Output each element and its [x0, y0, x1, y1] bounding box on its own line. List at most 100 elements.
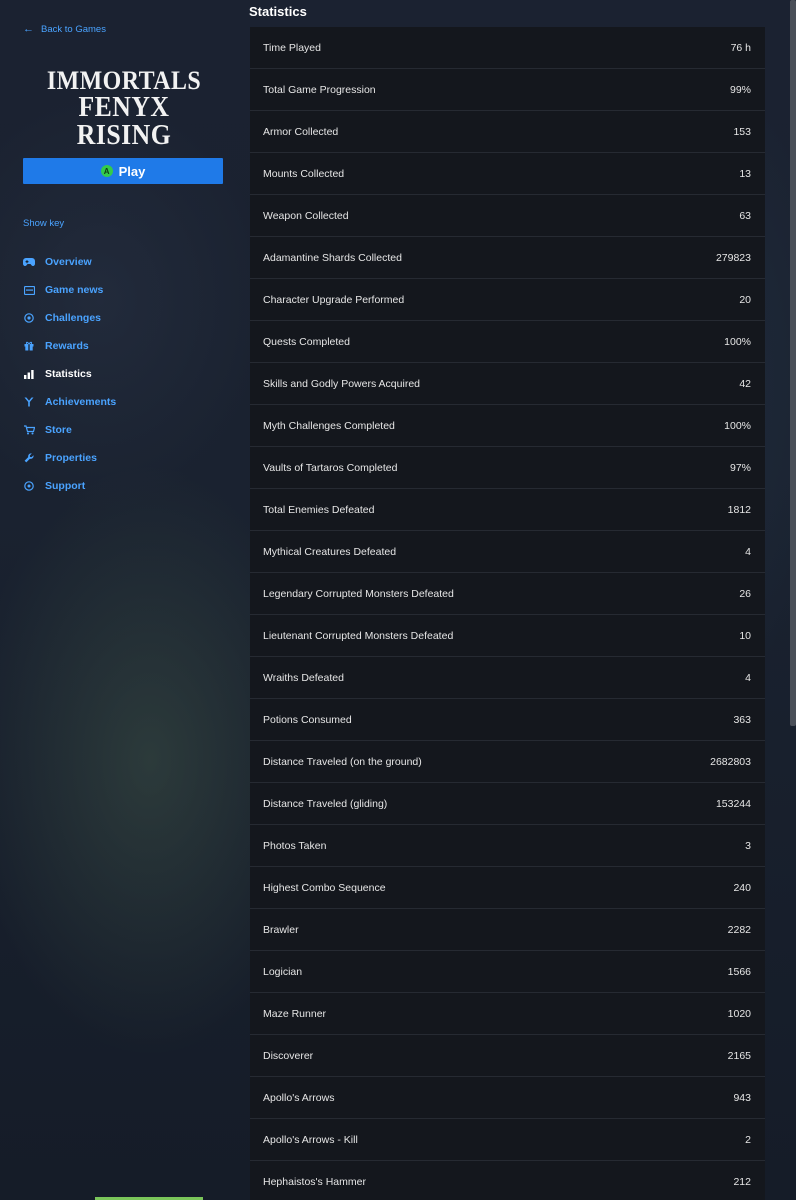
- stat-label: Character Upgrade Performed: [263, 293, 405, 306]
- stat-label: Brawler: [263, 923, 299, 936]
- sidebar-item-support[interactable]: Support: [23, 472, 116, 500]
- stat-label: Photos Taken: [263, 839, 327, 852]
- stat-value: 363: [733, 713, 751, 726]
- sidebar-item-game-news[interactable]: Game news: [23, 276, 116, 304]
- help-icon: [23, 481, 35, 491]
- stat-value: 1566: [727, 965, 751, 978]
- stat-value: 1020: [727, 1007, 751, 1020]
- stat-label: Legendary Corrupted Monsters Defeated: [263, 587, 454, 600]
- wrench-icon: [23, 453, 35, 463]
- sidebar: ← Back to Games IMMORTALS FENYX RISING A…: [0, 0, 248, 1200]
- sidebar-item-label: Game news: [45, 284, 104, 296]
- sidebar-item-statistics[interactable]: Statistics: [23, 360, 116, 388]
- sidebar-item-properties[interactable]: Properties: [23, 444, 116, 472]
- stat-label: Time Played: [263, 41, 321, 54]
- sidebar-item-achievements[interactable]: Achievements: [23, 388, 116, 416]
- stat-row-apollos-arrows-kill: Apollo's Arrows - Kill 2: [250, 1119, 765, 1161]
- back-to-games-link[interactable]: ← Back to Games: [23, 23, 106, 36]
- stat-label: Armor Collected: [263, 125, 339, 138]
- newspaper-icon: [23, 285, 35, 295]
- arrow-left-icon: ←: [23, 23, 34, 35]
- stat-value: 2: [745, 1133, 751, 1146]
- stat-row-time-played: Time Played 76 h: [250, 27, 765, 69]
- trophy-icon: [23, 397, 35, 407]
- show-key-link[interactable]: Show key: [23, 218, 64, 229]
- stat-row-total-game-progression: Total Game Progression 99%: [250, 69, 765, 111]
- stat-row-logician: Logician 1566: [250, 951, 765, 993]
- stat-label: Highest Combo Sequence: [263, 881, 386, 894]
- bar-chart-icon: [23, 369, 35, 379]
- play-button-label: Play: [118, 163, 146, 179]
- stat-value: 4: [745, 671, 751, 684]
- stat-label: Mythical Creatures Defeated: [263, 545, 397, 558]
- stat-label: Skills and Godly Powers Acquired: [263, 377, 420, 390]
- stat-value: 2682803: [710, 755, 751, 768]
- sidebar-item-challenges[interactable]: Challenges: [23, 304, 116, 332]
- stat-value: 13: [739, 167, 751, 180]
- stat-row-wraiths: Wraiths Defeated 4: [250, 657, 765, 699]
- scrollbar-thumb[interactable]: [790, 0, 796, 726]
- stat-value: 4: [745, 545, 751, 558]
- stat-value: 10: [739, 629, 751, 642]
- sidebar-item-label: Overview: [45, 256, 92, 268]
- stat-value: 2282: [727, 923, 751, 936]
- stat-label: Vaults of Tartaros Completed: [263, 461, 398, 474]
- stat-label: Discoverer: [263, 1049, 314, 1062]
- stat-value: 42: [739, 377, 751, 390]
- sidebar-item-overview[interactable]: Overview: [23, 248, 116, 276]
- stat-row-legendary-monsters: Legendary Corrupted Monsters Defeated 26: [250, 573, 765, 615]
- sidebar-item-rewards[interactable]: Rewards: [23, 332, 116, 360]
- stat-value: 279823: [715, 251, 751, 264]
- stat-row-hephaistos-hammer: Hephaistos's Hammer 212: [250, 1161, 765, 1200]
- gamepad-icon: [23, 257, 35, 267]
- stat-label: Logician: [263, 965, 303, 978]
- sidebar-item-label: Properties: [45, 452, 97, 464]
- stat-row-potions: Potions Consumed 363: [250, 699, 765, 741]
- stat-label: Quests Completed: [263, 335, 350, 348]
- stat-value: 26: [739, 587, 751, 600]
- stat-row-mythical-creatures: Mythical Creatures Defeated 4: [250, 531, 765, 573]
- stat-value: 20: [739, 293, 751, 306]
- stat-label: Lieutenant Corrupted Monsters Defeated: [263, 629, 454, 642]
- sidebar-item-label: Rewards: [45, 340, 89, 352]
- stat-row-myth-challenges: Myth Challenges Completed 100%: [250, 405, 765, 447]
- stat-label: Maze Runner: [263, 1007, 327, 1020]
- stat-label: Wraiths Defeated: [263, 671, 344, 684]
- sidebar-item-label: Challenges: [45, 312, 102, 324]
- logo-line-2: FENYX RISING: [76, 92, 172, 151]
- stat-row-quests-completed: Quests Completed 100%: [250, 321, 765, 363]
- stat-value: 2165: [727, 1049, 751, 1062]
- stat-value: 943: [733, 1091, 751, 1104]
- stat-value: 3: [745, 839, 751, 852]
- xbox-a-button-icon: A: [100, 165, 113, 177]
- back-link-label: Back to Games: [41, 24, 106, 35]
- gift-icon: [23, 341, 35, 351]
- sidebar-item-store[interactable]: Store: [23, 416, 116, 444]
- logo-line-1: IMMORTALS: [46, 66, 202, 95]
- stat-row-discoverer: Discoverer 2165: [250, 1035, 765, 1077]
- stat-value: 153: [733, 125, 751, 138]
- stat-value: 100%: [724, 335, 751, 348]
- sidebar-item-label: Statistics: [45, 368, 92, 380]
- play-button[interactable]: A Play: [23, 158, 223, 184]
- stat-value: 153244: [715, 797, 751, 810]
- stat-label: Adamantine Shards Collected: [263, 251, 402, 264]
- stat-label: Weapon Collected: [263, 209, 349, 222]
- stat-label: Distance Traveled (on the ground): [263, 755, 422, 768]
- stat-row-vaults-of-tartaros: Vaults of Tartaros Completed 97%: [250, 447, 765, 489]
- statistics-list: Time Played 76 h Total Game Progression 99…: [250, 27, 765, 1200]
- stat-row-photos: Photos Taken 3: [250, 825, 765, 867]
- stat-label: Total Game Progression: [263, 83, 376, 96]
- page-title: Statistics: [249, 4, 307, 19]
- stat-row-weapon-collected: Weapon Collected 63: [250, 195, 765, 237]
- stat-value: 97%: [729, 461, 751, 474]
- stat-value: 1812: [727, 503, 751, 516]
- stat-value: 212: [733, 1175, 751, 1188]
- stat-label: Apollo's Arrows - Kill: [263, 1133, 358, 1146]
- stat-row-total-enemies: Total Enemies Defeated 1812: [250, 489, 765, 531]
- stat-row-distance-ground: Distance Traveled (on the ground) 2682803: [250, 741, 765, 783]
- stat-row-mounts-collected: Mounts Collected 13: [250, 153, 765, 195]
- target-icon: [23, 313, 35, 323]
- stat-row-highest-combo: Highest Combo Sequence 240: [250, 867, 765, 909]
- sidebar-item-label: Support: [45, 480, 86, 492]
